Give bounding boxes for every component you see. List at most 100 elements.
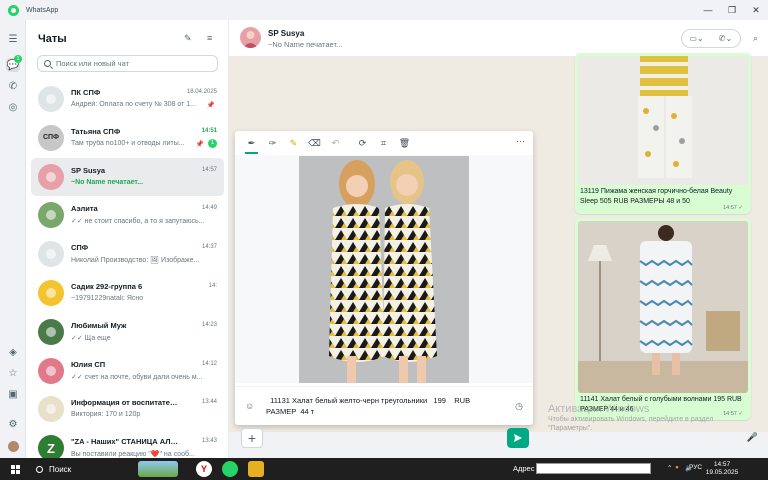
chat-message-preview: Виктория: 170 и 120р [71,411,141,419]
profile-avatar[interactable] [6,439,20,453]
caption-input[interactable]: 11131 Халат белый желто-черн треугольник… [266,395,496,417]
close-button[interactable]: ✕ [744,0,768,20]
video-call-icon[interactable]: ▭⌄ [682,30,711,47]
chat-message-preview: ✓✓ не стоит спасибо, а то я запутаюсь... [71,218,205,226]
message-photo[interactable] [578,221,748,393]
marker-tool-icon[interactable]: ✑ [262,134,283,152]
chat-list-item[interactable]: СПФ Татьяна СПФ 14:51 Там труба по100+ и от… [31,119,224,158]
chat-list-item[interactable]: Любимый Муж 14:23 ✓✓ Ща еще [31,313,224,352]
chat-time: 13:44 [201,399,217,406]
view-once-icon[interactable]: ◷ [515,401,523,412]
taskbar-search-label: Поиск [49,464,72,474]
chat-name: Любимый Муж [71,320,127,330]
whatsapp-taskbar-icon[interactable] [222,461,238,477]
clock-date: 19.05.2025 [705,469,739,476]
chat-list-item[interactable]: СПФ 14:37 Николай Производство: 🖼 Изображе… [31,235,224,274]
channels-icon[interactable]: ◈ [6,345,20,359]
news-widget-icon[interactable] [138,461,178,477]
starred-icon[interactable]: ☆ [6,366,20,380]
contact-avatar[interactable] [240,27,261,48]
avatar-placeholder-icon [46,287,56,298]
delete-icon[interactable]: 🗑 [394,134,415,152]
editor-toolbar: ✒ ✑ ✎ ⌫ ↶ ⟳ ⌗ 🗑 ⋯ [235,131,533,155]
menu-icon[interactable]: ☰ [6,32,20,46]
call-buttons: ▭⌄ ✆⌄ [681,29,741,48]
whatsapp-logo-icon [8,4,19,16]
pen-tool-icon[interactable]: ✒ [241,134,262,154]
chat-list-item[interactable]: ПК СПФ 18.04.2025 Андрей: Оплата по счету … [31,80,224,119]
chat-message-preview: ~19791229natali: Ясно [71,294,144,302]
chat-avatar: СПФ [38,124,64,151]
crop-icon[interactable]: ⌗ [373,134,394,152]
chat-message-preview: Николай Производство: 🖼 Изображе... [71,257,200,265]
taskbar-search-icon [36,465,43,473]
more-options-icon[interactable]: ⋯ [516,136,525,147]
chat-name: ПК СПФ [71,88,101,97]
chat-time: 18.04.2025 [186,89,217,95]
chat-list-item[interactable]: Информация от воспитателей... 13:44 Виктор… [31,390,224,429]
voice-call-icon[interactable]: ✆⌄ [711,30,740,47]
navigation-rail: ☰ 💬 1 ✆ ◎ ◈ ☆ ▣ ⚙ [0,20,26,458]
address-input[interactable] [536,463,651,474]
archive-icon[interactable]: ▣ [6,387,20,401]
minimize-button[interactable]: — [696,0,720,20]
message-bubble[interactable]: 13119 Пижама женская горчично-белая Beau… [575,53,751,214]
eraser-tool-icon[interactable]: ⌫ [304,134,325,152]
emoji-icon[interactable]: ☺ [245,401,254,411]
file-explorer-icon[interactable] [248,461,264,477]
chats-icon[interactable]: 💬 1 [6,55,22,72]
chat-list-item[interactable]: Садик 292-группа 6 14: ~19791229natali: Яс… [31,274,224,313]
chat-message-preview: ~No Name печатает... [71,178,144,186]
window-controls: — ❐ ✕ [696,0,768,20]
edit-canvas[interactable] [235,155,533,383]
message-time: 14:57 ✓ [723,205,743,211]
send-button[interactable] [507,428,529,448]
chat-list-item[interactable]: Аэлита 14:49 ✓✓ не стоит спасибо, а то я з… [31,196,224,235]
status-icon[interactable]: ◎ [6,100,20,114]
calls-icon[interactable]: ✆ [6,79,20,93]
tray-app-icon[interactable]: ● [675,464,679,471]
chat-message-preview: Андрей: Оплата по счету № 308 от 1... [71,101,197,108]
chat-time: 14:12 [201,360,217,367]
pin-icon: 📌 [206,102,215,109]
microphone-icon[interactable]: 🎤 [747,432,758,443]
chat-avatar [38,396,64,423]
chat-avatar [38,241,64,268]
search-icon [44,60,51,67]
chat-list-item[interactable]: SP Susya 14:57 ~No Name печатает... [31,157,224,197]
taskbar: Поиск Y Адрес ⌃ ● 🔈 РУС 14:57 19.05.2025 [0,458,768,480]
chat-time: 14:23 [201,321,217,328]
new-chat-icon[interactable]: ✎ [184,33,192,44]
undo-icon[interactable]: ↶ [325,134,346,152]
pin-icon: 📌 [195,140,204,148]
conversation-header[interactable]: SP Susya ~No Name печатает... ▭⌄ ✆⌄ ⌕ [229,20,768,57]
settings-icon[interactable]: ⚙ [6,417,20,431]
message-photo[interactable] [578,56,748,185]
message-bubble[interactable]: 11141 Халат белый с голубыми волнами 195… [575,218,751,420]
filter-icon[interactable]: ≡ [207,33,212,43]
title-bar: WhatsApp — ❐ ✕ [0,0,768,20]
system-clock[interactable]: 14:57 19.05.2025 [700,461,744,477]
chat-avatar [38,163,64,190]
add-media-button[interactable]: + [241,428,263,448]
yandex-browser-icon[interactable]: Y [196,461,212,477]
chat-list-item[interactable]: Юлия СП 14:12 ✓✓ счет на почте, обуви дали… [31,352,224,391]
restore-button[interactable]: ❐ [720,0,744,20]
chat-avatar [38,279,64,306]
avatar-placeholder-icon [46,326,56,337]
chat-time: 13:43 [201,438,217,445]
edit-photo[interactable] [299,156,469,383]
tray-overflow-icon[interactable]: ⌃ [667,464,672,472]
rotate-icon[interactable]: ⟳ [352,134,373,152]
avatar-placeholder-icon [46,210,56,221]
chat-name: Юлия СП [71,359,106,369]
highlighter-tool-icon[interactable]: ✎ [283,134,304,152]
chat-list: ПК СПФ 18.04.2025 Андрей: Оплата по счету … [31,80,224,468]
chat-avatar [38,86,64,112]
search-box[interactable] [37,55,218,72]
clock-time: 14:57 [713,461,731,468]
chat-name: Садик 292-группа 6 [71,281,143,291]
search-input[interactable] [56,59,216,68]
conversation-search-icon[interactable]: ⌕ [753,33,758,44]
start-button[interactable] [0,458,30,480]
